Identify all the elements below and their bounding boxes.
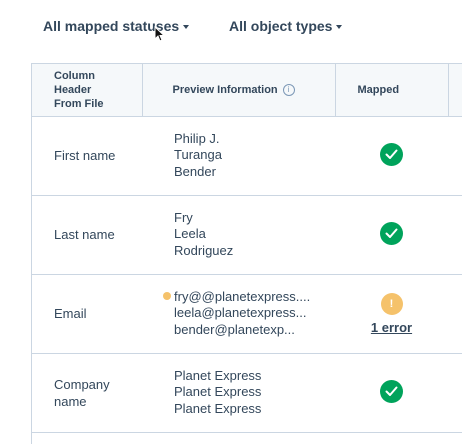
preview-cell: Fry Leela Rodriguez <box>142 195 335 275</box>
column-name-label: Company name <box>54 376 110 409</box>
table-row: Company name Planet Express Planet Expre… <box>32 353 462 433</box>
extra-cell <box>448 195 462 275</box>
check-circle-icon <box>380 142 403 166</box>
preview-value: Turanga <box>174 147 222 163</box>
mapped-status-cell <box>335 195 448 275</box>
preview-information-header: Preview Information i <box>142 64 336 117</box>
error-count-link[interactable]: 1 error <box>336 320 447 335</box>
mapped-status-cell <box>335 116 448 196</box>
column-name-cell: Last name <box>32 195 142 275</box>
preview-value: bender@planetexp... <box>174 321 295 337</box>
table-row: First name Philip J. Turanga Bender <box>32 116 462 196</box>
caret-down-icon <box>183 24 190 29</box>
preview-value: Rodriguez <box>174 242 234 258</box>
preview-cell: Philip J. Turanga Bender <box>142 116 335 196</box>
preview-value: Bender <box>174 163 216 179</box>
mapping-table: Column Header From File Preview Informat… <box>32 64 462 433</box>
warning-dot-icon <box>163 291 171 300</box>
extra-header <box>448 64 462 117</box>
column-header-from-file-header: Column Header From File <box>32 64 143 117</box>
column-name-cell: Company name <box>32 353 142 433</box>
mapped-header: Mapped <box>335 64 449 117</box>
extra-cell <box>448 353 462 433</box>
caret-down-icon <box>336 24 343 29</box>
preview-value-with-error: fry@@planetexpress.... <box>163 288 334 306</box>
mapping-table-container: Column Header From File Preview Informat… <box>31 63 462 444</box>
mapped-status-cell: ! 1 error <box>335 274 448 354</box>
preview-value: Philip J. <box>174 130 220 146</box>
column-name-cell: Email <box>32 274 142 354</box>
preview-header-label: Preview Information <box>172 83 278 96</box>
check-circle-icon <box>380 221 403 245</box>
extra-cell <box>448 274 462 354</box>
preview-value: Planet Express <box>174 384 262 400</box>
check-circle-icon <box>380 379 403 403</box>
table-row: Email fry@@planetexpress.... leela@plane… <box>32 274 462 354</box>
object-type-filter[interactable]: All object types <box>229 18 343 34</box>
table-header-row: Column Header From File Preview Informat… <box>32 64 462 117</box>
warning-circle-icon: ! <box>380 292 403 315</box>
preview-value: Leela <box>174 226 206 242</box>
preview-value: fry@@planetexpress.... <box>174 288 311 304</box>
mapped-header-label: Mapped <box>357 83 400 96</box>
table-row: Last name Fry Leela Rodriguez <box>32 195 462 275</box>
mapped-status-filter[interactable]: All mapped statuses <box>43 18 190 34</box>
object-type-filter-label: All object types <box>229 18 333 34</box>
preview-value: Fry <box>174 209 193 225</box>
preview-value: Planet Express <box>174 367 262 383</box>
column-header-label: Column Header From File <box>54 69 104 110</box>
mapped-status-cell <box>335 353 448 433</box>
column-name-cell: First name <box>32 116 142 196</box>
preview-cell: fry@@planetexpress.... leela@planetexpre… <box>142 274 335 354</box>
info-icon[interactable]: i <box>282 83 295 96</box>
extra-cell <box>448 116 462 196</box>
preview-value: leela@planetexpress... <box>174 305 307 321</box>
mouse-pointer-icon <box>154 26 165 42</box>
preview-value: Planet Express <box>174 400 262 416</box>
preview-cell: Planet Express Planet Express Planet Exp… <box>142 353 335 433</box>
